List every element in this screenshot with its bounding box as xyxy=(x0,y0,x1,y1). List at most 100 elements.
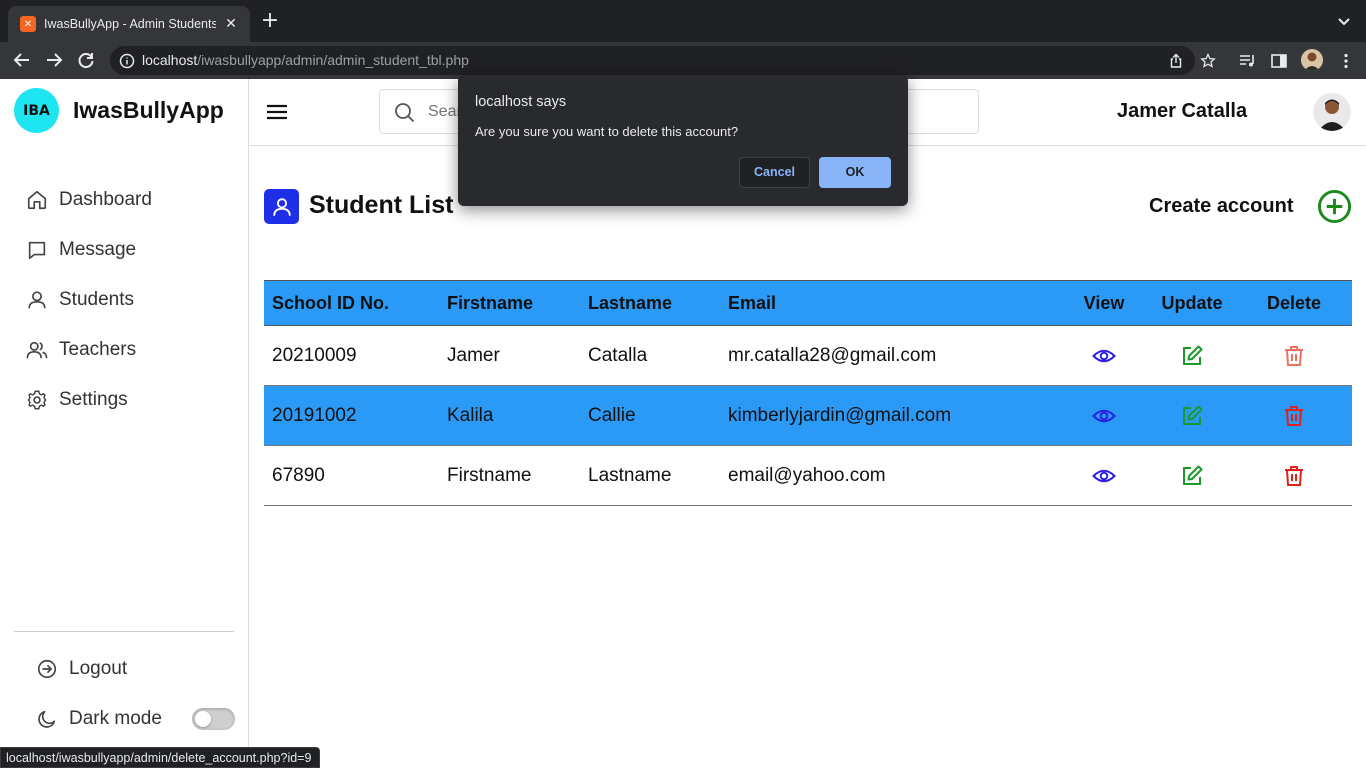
browser-tab[interactable]: ✕ IwasBullyApp - Admin Students ✕ xyxy=(8,6,250,42)
add-circle-icon[interactable] xyxy=(1317,189,1352,224)
email-cell: email@yahoo.com xyxy=(720,445,1060,506)
delete-cell xyxy=(1236,445,1352,506)
dark-mode-label: Dark mode xyxy=(69,708,162,729)
school-id-cell: 20210009 xyxy=(264,325,439,386)
email-cell: kimberlyjardin@gmail.com xyxy=(720,385,1060,446)
view-cell xyxy=(1060,445,1148,506)
url-text: localhost/iwasbullyapp/admin/admin_stude… xyxy=(142,52,469,68)
user-avatar[interactable] xyxy=(1313,93,1351,131)
tab-search-chevron-icon[interactable] xyxy=(1336,13,1352,29)
update-cell xyxy=(1148,385,1236,446)
reload-icon[interactable] xyxy=(76,50,96,70)
school-id-cell: 67890 xyxy=(264,445,439,506)
student-table: School ID No. Firstname Lastname Email V… xyxy=(264,280,1352,506)
eye-icon[interactable] xyxy=(1092,404,1116,428)
update-cell xyxy=(1148,325,1236,386)
confirm-dialog: localhost says Are you sure you want to … xyxy=(458,75,908,206)
profile-avatar[interactable] xyxy=(1301,49,1323,71)
new-tab-icon[interactable]: + xyxy=(258,10,282,34)
view-cell xyxy=(1060,385,1148,446)
tab-title: IwasBullyApp - Admin Students xyxy=(44,17,216,31)
moon-icon xyxy=(38,710,56,728)
trash-icon[interactable] xyxy=(1282,464,1306,488)
sidebar-item-teachers[interactable]: Teachers xyxy=(26,335,136,365)
gear-icon xyxy=(27,390,47,410)
column-header: Email xyxy=(720,280,1060,326)
browser-menu-icon[interactable] xyxy=(1337,52,1355,70)
sidebar-item-label: Message xyxy=(59,239,137,260)
update-cell xyxy=(1148,445,1236,506)
status-bar-url: localhost/iwasbullyapp/admin/delete_acco… xyxy=(0,747,321,768)
logo-badge: IBA xyxy=(14,88,59,133)
sidebar-item-label: Settings xyxy=(59,389,128,410)
app-name: IwasBullyApp xyxy=(73,97,224,123)
dark-mode-row: Dark mode xyxy=(36,704,162,734)
column-header: Lastname xyxy=(580,280,720,326)
delete-cell xyxy=(1236,325,1352,386)
tab-close-icon[interactable]: ✕ xyxy=(222,16,240,32)
forward-arrow-icon[interactable] xyxy=(44,50,64,70)
cancel-button[interactable]: Cancel xyxy=(739,157,810,188)
xampp-favicon-icon: ✕ xyxy=(20,16,36,32)
search-icon xyxy=(395,103,415,123)
lastname-cell: Lastname xyxy=(580,445,720,506)
sidebar-item-dashboard[interactable]: Dashboard xyxy=(26,185,152,215)
logout-icon xyxy=(37,659,57,679)
school-id-cell: 20191002 xyxy=(264,385,439,446)
site-info-icon[interactable] xyxy=(119,53,135,69)
table-row: 20191002 Kalila Callie kimberlyjardin@gm… xyxy=(264,385,1352,446)
back-arrow-icon[interactable] xyxy=(12,50,32,70)
delete-cell xyxy=(1236,385,1352,446)
view-cell xyxy=(1060,325,1148,386)
firstname-cell: Kalila xyxy=(439,385,580,446)
sidebar-item-label: Teachers xyxy=(59,339,137,360)
create-account-label[interactable]: Create account xyxy=(1149,195,1294,218)
sidebar-item-label: Dashboard xyxy=(59,189,152,210)
bookmark-star-icon[interactable] xyxy=(1200,53,1216,69)
page-title: Student List xyxy=(309,191,454,219)
edit-icon[interactable] xyxy=(1180,344,1204,368)
sidebar-item-label: Students xyxy=(59,289,134,310)
dark-mode-toggle[interactable] xyxy=(192,708,235,730)
logout-button[interactable]: Logout xyxy=(36,654,127,684)
user-name: Jamer Catalla xyxy=(1117,100,1248,122)
student-list-icon xyxy=(264,189,299,224)
edit-icon[interactable] xyxy=(1180,404,1204,428)
media-queue-icon[interactable] xyxy=(1238,52,1256,70)
toggle-knob xyxy=(195,711,211,727)
eye-icon[interactable] xyxy=(1092,344,1116,368)
column-header: Update xyxy=(1148,280,1236,326)
sidebar-divider xyxy=(14,631,234,632)
email-cell: mr.catalla28@gmail.com xyxy=(720,325,1060,386)
side-panel-icon[interactable] xyxy=(1270,52,1288,70)
dialog-message: Are you sure you want to delete this acc… xyxy=(475,124,739,139)
browser-tabstrip: ✕ IwasBullyApp - Admin Students ✕ + xyxy=(0,0,1366,42)
logout-label: Logout xyxy=(69,658,128,679)
lastname-cell: Callie xyxy=(580,385,720,446)
eye-icon[interactable] xyxy=(1092,464,1116,488)
hamburger-menu-icon[interactable] xyxy=(266,101,288,123)
address-bar[interactable]: localhost/iwasbullyapp/admin/admin_stude… xyxy=(110,46,1216,75)
sidebar: IBA IwasBullyApp Dashboard Message Stude… xyxy=(0,79,249,768)
column-header: Delete xyxy=(1236,280,1352,326)
column-header: School ID No. xyxy=(264,280,439,326)
firstname-cell: Firstname xyxy=(439,445,580,506)
dialog-title: localhost says xyxy=(475,94,567,110)
ok-button[interactable]: OK xyxy=(819,157,891,188)
firstname-cell: Jamer xyxy=(439,325,580,386)
share-icon[interactable] xyxy=(1168,53,1184,69)
sidebar-item-settings[interactable]: Settings xyxy=(26,385,128,415)
sidebar-item-students[interactable]: Students xyxy=(26,285,134,315)
column-header: View xyxy=(1060,280,1148,326)
edit-icon[interactable] xyxy=(1180,464,1204,488)
home-icon xyxy=(27,190,47,210)
table-row: 67890 Firstname Lastname email@yahoo.com xyxy=(264,445,1352,506)
browser-toolbar: localhost/iwasbullyapp/admin/admin_stude… xyxy=(0,42,1366,79)
trash-icon[interactable] xyxy=(1282,404,1306,428)
message-icon xyxy=(28,241,46,260)
user-icon xyxy=(28,291,46,309)
sidebar-item-message[interactable]: Message xyxy=(26,235,136,265)
users-icon xyxy=(26,341,48,359)
table-header-row: School ID No. Firstname Lastname Email V… xyxy=(264,280,1352,326)
trash-icon[interactable] xyxy=(1282,344,1306,368)
